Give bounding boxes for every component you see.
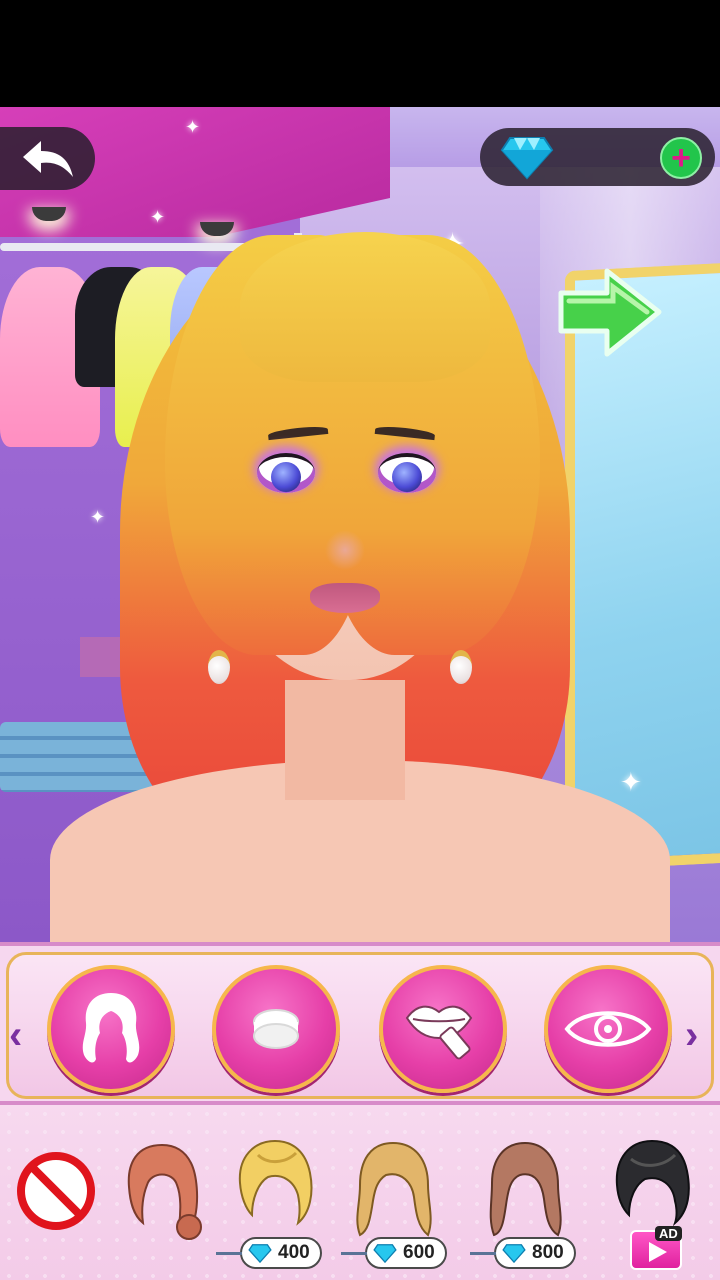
compact-powder-icon [253, 1009, 299, 1049]
next-button[interactable] [555, 265, 665, 360]
hairstyle-bun-brown-icon [127, 1143, 202, 1240]
none-icon[interactable] [15, 1150, 97, 1232]
hairstyle-selector: 400 600 800 [0, 1105, 720, 1280]
video-play-icon [649, 1242, 667, 1262]
left-eye [257, 453, 315, 493]
price-value: 800 [532, 1242, 564, 1263]
add-gems-button[interactable]: + [660, 137, 702, 179]
diamond-icon [373, 1244, 397, 1263]
hairstyle-updo-black-icon [615, 1139, 690, 1227]
eye-icon [564, 1011, 652, 1047]
lips [310, 583, 380, 613]
price-tag: 800 [470, 1237, 576, 1269]
right-eye [378, 453, 436, 493]
next-category-button[interactable]: › [685, 1015, 698, 1055]
hairstyle-wavy-brown-icon [489, 1141, 562, 1237]
hairstyle-wavy-blonde-icon [356, 1141, 432, 1237]
hair-icon [82, 993, 140, 1063]
price-value: 600 [403, 1242, 435, 1263]
price-value: 400 [278, 1242, 310, 1263]
price-tag: 600 [341, 1237, 447, 1269]
plus-icon: + [671, 139, 691, 177]
diamond-icon [248, 1244, 272, 1263]
category-panel: ‹ › [6, 952, 714, 1099]
ad-label: AD [655, 1226, 682, 1241]
left-earring [208, 650, 230, 684]
hairstyle-updo-blonde-icon [238, 1139, 313, 1226]
lipstick-icon [405, 1005, 473, 1060]
category-hair-button[interactable] [47, 965, 175, 1093]
back-button[interactable] [0, 127, 95, 190]
character [0, 107, 720, 942]
category-foundation-button[interactable] [212, 965, 340, 1093]
gem-balance: + [480, 128, 715, 186]
diamond-icon [502, 1244, 526, 1263]
neck [285, 680, 405, 800]
prev-category-button[interactable]: ‹ [9, 1015, 22, 1055]
status-bar [0, 0, 720, 107]
back-arrow-icon [22, 140, 73, 177]
category-lipstick-button[interactable] [379, 965, 507, 1093]
dressing-room-scene: ✦ ✦ ✦ ✦ ✦ [0, 107, 720, 942]
right-earring [450, 650, 472, 684]
category-eye-makeup-button[interactable] [544, 965, 672, 1093]
hairstyle-item[interactable] [115, 1135, 215, 1260]
nose [325, 530, 365, 570]
hair-top [240, 232, 490, 382]
category-bar: ‹ › [0, 942, 720, 1105]
diamond-icon [500, 137, 554, 180]
price-tag: 400 [216, 1237, 322, 1269]
